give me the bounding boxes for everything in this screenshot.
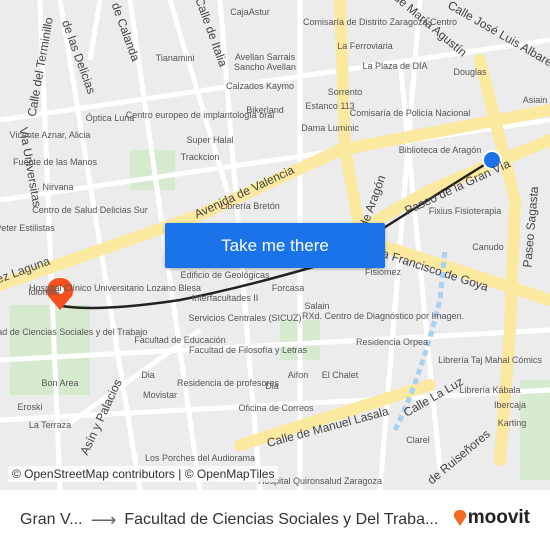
map-attribution[interactable]: © OpenStreetMap contributors | © OpenMap… — [8, 466, 279, 482]
map[interactable]: CajaAstur Comisaría de Distrito Zaragoza … — [0, 0, 550, 490]
map-poi-label[interactable]: Residencia Orpea — [356, 337, 428, 347]
map-poi-label[interactable]: Ibercaja — [494, 400, 526, 410]
map-poi-label[interactable]: Movistar — [143, 390, 177, 400]
map-poi-label[interactable]: Edificio de Geológicas — [180, 270, 269, 280]
moovit-pin-icon — [453, 510, 466, 526]
map-poi-label[interactable]: Estanco 113 — [305, 101, 354, 111]
map-poi-label[interactable]: Biblioteca de Aragón — [399, 145, 482, 155]
destination-name: Facultad de Ciencias Sociales y Del Trab… — [124, 511, 439, 528]
map-poi-label[interactable]: Facultad de Educación — [134, 335, 226, 345]
map-poi-label[interactable]: El Chalet — [322, 370, 359, 380]
map-poi-label[interactable]: Facultad de Ciencias Sociales y del Trab… — [0, 327, 147, 337]
map-poi-label[interactable]: Librería Taj Mahal Cómics — [438, 355, 542, 365]
map-poi-label[interactable]: Tianamini — [156, 53, 195, 63]
map-poi-label[interactable]: Facultad de Filosofía y Letras — [189, 345, 307, 355]
map-poi-label[interactable]: Comisaría de Policía Nacional — [350, 108, 471, 118]
map-poi-label[interactable]: Super Halal — [186, 135, 233, 145]
map-poi-label[interactable]: Servicios Centrales (SICUZ) — [188, 313, 301, 323]
brand-name: moovit — [467, 507, 530, 528]
map-poi-label[interactable]: Sorrento — [328, 87, 363, 97]
map-poi-label[interactable]: RXd. Centro de Diagnóstico por Imagen. — [302, 311, 464, 321]
map-poi-label[interactable]: La Terraza — [29, 420, 71, 430]
map-poi-label[interactable]: Aifon — [288, 370, 309, 380]
map-poi-label[interactable]: Oficina de Correos — [238, 403, 313, 413]
map-poi-label[interactable]: Los Porches del Audiorama — [145, 453, 255, 463]
map-poi-label[interactable]: Dia — [141, 370, 155, 380]
map-poi-label[interactable]: Librería Kábala — [459, 385, 520, 395]
map-poi-label[interactable]: Avellan Sarrais — [235, 52, 295, 62]
map-poi-label[interactable]: Dama Luminic — [301, 123, 359, 133]
map-poi-label[interactable]: Forcasa — [272, 283, 305, 293]
map-poi-label[interactable]: Idiomas — [28, 287, 60, 297]
map-poi-label[interactable]: Bon Area — [41, 378, 78, 388]
map-poi-label[interactable]: Salain — [304, 301, 329, 311]
map-poi-label[interactable]: Nirvana — [42, 182, 73, 192]
origin-name: Gran V... — [20, 511, 83, 528]
map-poi-label[interactable]: Clarel — [406, 435, 430, 445]
map-poi-label[interactable]: CajaAstur — [230, 7, 270, 17]
map-poi-label[interactable]: La Plaza de DIA — [362, 61, 427, 71]
map-poi-label[interactable]: La Ferroviaria — [337, 41, 393, 51]
map-poi-label[interactable]: Dia — [265, 381, 279, 391]
moovit-logo[interactable]: moovit — [452, 507, 530, 529]
map-poi-label[interactable]: Peter Estilistas — [0, 223, 55, 233]
map-poi-label[interactable]: Karting — [498, 418, 527, 428]
map-poi-label[interactable]: Eroski — [17, 402, 42, 412]
map-poi-label[interactable]: Fisiomez — [365, 267, 401, 277]
map-poi-label[interactable]: Sancho Avellan — [234, 62, 296, 72]
map-poi-label[interactable]: Residencia de profesores — [177, 378, 279, 388]
arrow-right-icon: ⟶ — [90, 509, 117, 530]
take-me-there-button[interactable]: Take me there — [165, 223, 385, 268]
park — [520, 380, 550, 480]
map-poi-label[interactable]: Centro de Salud Delicias Sur — [32, 205, 148, 215]
map-poi-label[interactable]: Asiain — [523, 95, 548, 105]
map-poi-label[interactable]: Douglas — [453, 67, 486, 77]
map-poi-label[interactable]: Calzados Kaymo — [226, 81, 294, 91]
map-poi-label[interactable]: Canudo — [472, 242, 504, 252]
route-footer: Gran V... ⟶ Facultad de Ciencias Sociale… — [0, 490, 550, 550]
map-poi-label[interactable]: Fixius Fisioterapia — [429, 206, 502, 216]
map-poi-label[interactable]: Trackcion — [181, 152, 220, 162]
map-poi-label[interactable]: Interfacultades II — [192, 293, 259, 303]
map-poi-label[interactable]: Bikerland — [246, 105, 284, 115]
